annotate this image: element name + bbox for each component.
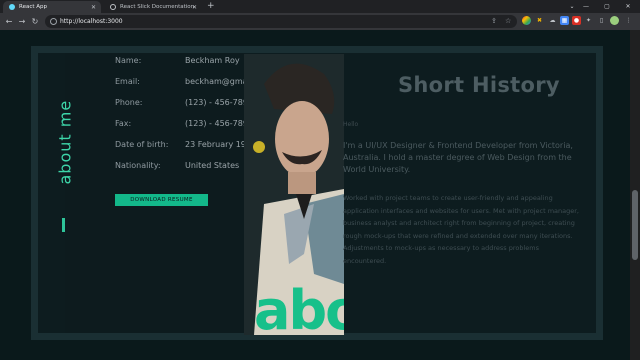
extension-cloud-icon[interactable]: ☁ bbox=[548, 16, 557, 25]
profile-photo: abo bbox=[244, 54, 344, 335]
nationality-label: Nationality: bbox=[115, 161, 161, 170]
download-resume-button[interactable]: DOWNLOAD RESUME bbox=[115, 194, 208, 206]
minimize-icon[interactable]: — bbox=[576, 0, 596, 13]
section-accent-bar bbox=[62, 218, 65, 232]
email-label: Email: bbox=[115, 77, 140, 86]
tab-react-slick-docs[interactable]: React Slick Documentation ✕ bbox=[104, 1, 202, 13]
nationality-value: United States bbox=[185, 161, 240, 170]
bookmark-star-icon[interactable]: ☆ bbox=[505, 17, 511, 26]
maximize-icon[interactable]: ▢ bbox=[597, 0, 617, 13]
dob-label: Date of birth: bbox=[115, 140, 169, 149]
bio-intro: I'm a UI/UX Designer & Frontend Develope… bbox=[343, 141, 573, 174]
close-tab-icon[interactable]: ✕ bbox=[192, 4, 197, 11]
fax-value: (123) - 456-7890 bbox=[185, 119, 253, 128]
about-left-panel bbox=[65, 53, 245, 333]
phone-value: (123) - 456-7890 bbox=[185, 98, 253, 107]
section-title-about-me: about me bbox=[55, 99, 75, 185]
globe-favicon-icon bbox=[110, 4, 116, 10]
tab-label: React Slick Documentation bbox=[120, 4, 195, 10]
profile-avatar-icon[interactable] bbox=[610, 16, 619, 25]
photo-overlay-text: abo bbox=[254, 279, 344, 335]
tab-label: React App bbox=[19, 4, 48, 10]
extension-cross-icon[interactable]: ✖ bbox=[535, 16, 544, 25]
page-viewport: about me Name: Beckham Roy Email: beckha… bbox=[0, 30, 630, 360]
extension-grid-icon[interactable]: ▦ bbox=[560, 16, 569, 25]
sidebar-toggle-icon[interactable]: ▯ bbox=[597, 16, 606, 25]
browser-tab-strip: React App ✕ React Slick Documentation ✕ … bbox=[0, 0, 640, 13]
mouse-cursor-highlight bbox=[253, 141, 265, 153]
new-tab-icon[interactable]: + bbox=[207, 1, 215, 12]
short-history-heading: Short History bbox=[398, 73, 560, 97]
hello-text: Hello bbox=[343, 121, 359, 128]
extension-color-icon[interactable] bbox=[522, 16, 531, 25]
react-favicon-icon bbox=[9, 4, 15, 10]
address-bar[interactable]: http://localhost:3000 ⇪ ☆ bbox=[45, 15, 517, 28]
browser-toolbar: ← → ↻ http://localhost:3000 ⇪ ☆ ✖ ☁ ▦ ● … bbox=[0, 13, 640, 30]
phone-label: Phone: bbox=[115, 98, 143, 107]
name-label: Name: bbox=[115, 56, 142, 65]
window-close-icon[interactable]: ✕ bbox=[618, 0, 638, 13]
forward-icon[interactable]: → bbox=[17, 17, 27, 26]
extension-red-icon[interactable]: ● bbox=[572, 16, 581, 25]
scrollbar-thumb[interactable] bbox=[632, 190, 638, 260]
menu-dots-icon[interactable]: ⋮ bbox=[624, 16, 633, 25]
bio-details: Worked with project teams to create user… bbox=[343, 194, 579, 265]
url-text: http://localhost:3000 bbox=[60, 18, 123, 25]
site-info-icon[interactable] bbox=[50, 18, 57, 25]
name-value: Beckham Roy bbox=[185, 56, 240, 65]
reload-icon[interactable]: ↻ bbox=[30, 17, 40, 26]
extensions-puzzle-icon[interactable]: ✦ bbox=[584, 16, 593, 25]
close-tab-icon[interactable]: ✕ bbox=[91, 4, 96, 11]
page-scrollbar[interactable] bbox=[630, 30, 640, 360]
back-icon[interactable]: ← bbox=[4, 17, 14, 26]
share-icon[interactable]: ⇪ bbox=[491, 17, 497, 26]
fax-label: Fax: bbox=[115, 119, 132, 128]
tab-react-app[interactable]: React App ✕ bbox=[3, 1, 101, 13]
